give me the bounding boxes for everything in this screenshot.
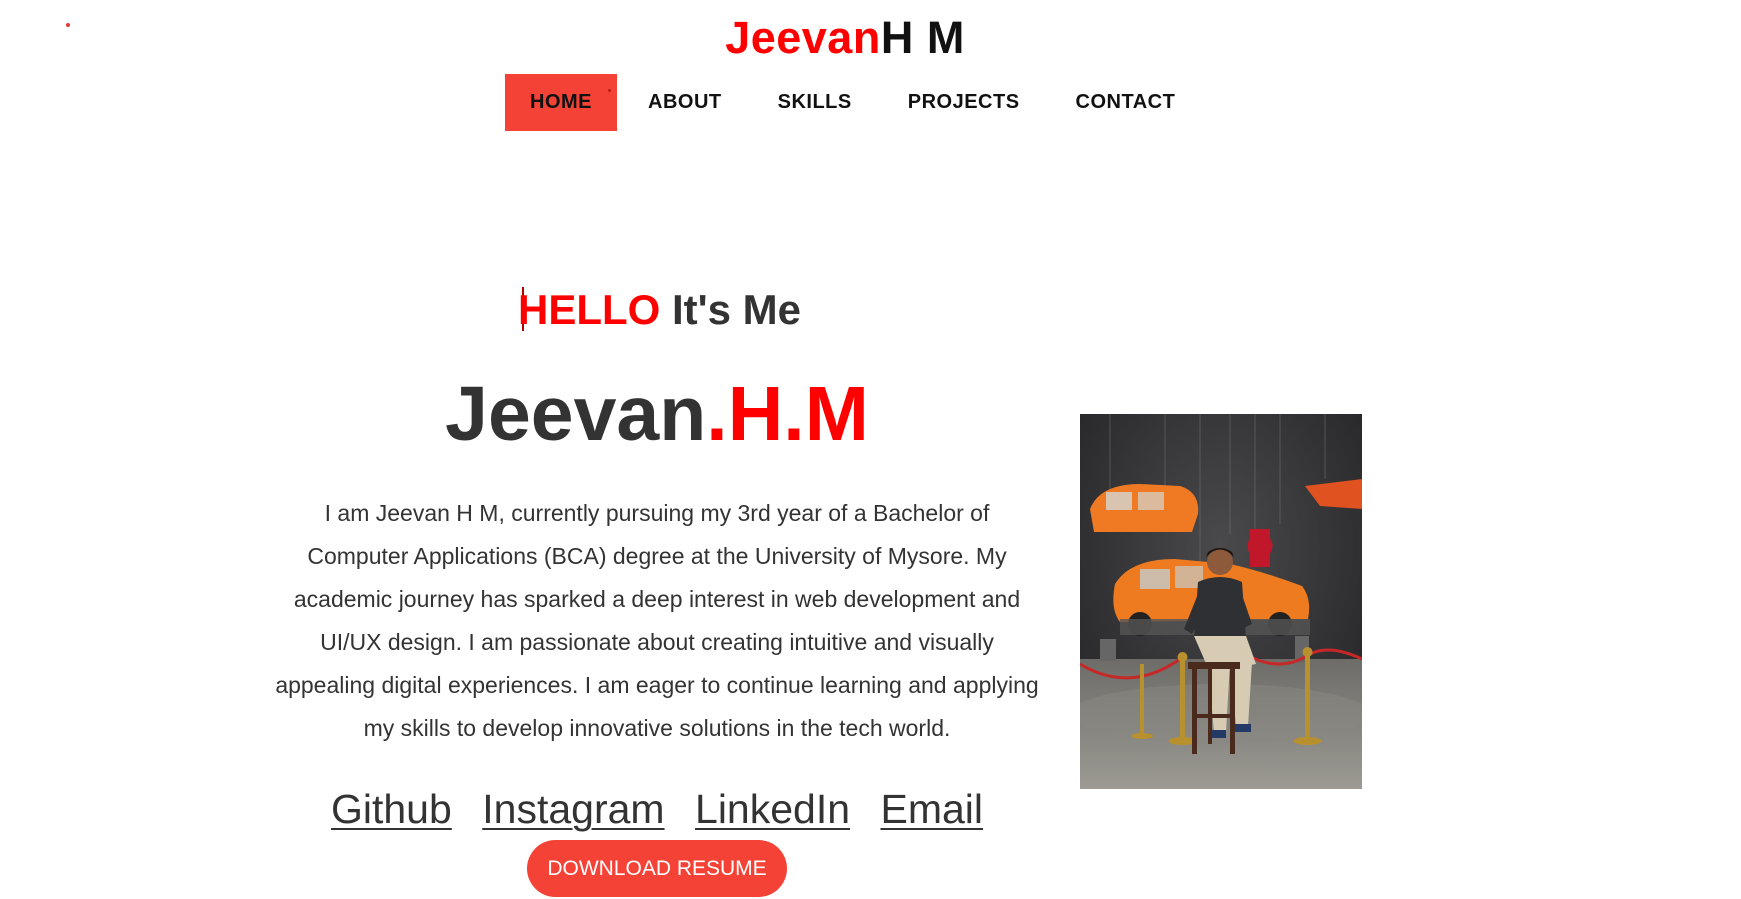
linkedin-link[interactable]: LinkedIn	[695, 786, 850, 832]
greeting-highlight: HELLO	[518, 286, 661, 333]
hero-name-accent: .H.M	[706, 371, 869, 457]
hero-name: Jeevan.H.M	[195, 370, 1119, 458]
greeting-rest: It's Me	[660, 286, 802, 333]
nav-item-projects[interactable]: PROJECTS	[883, 74, 1045, 131]
download-resume-button[interactable]: DOWNLOAD RESUME	[527, 840, 787, 897]
hero-name-main: Jeevan	[445, 371, 707, 457]
profile-photo-illustration	[1080, 414, 1362, 789]
logo-first-name: Jeevan	[725, 12, 881, 63]
nav-item-label: HOME	[530, 91, 592, 113]
main-nav: HOME ABOUT SKILLS PROJECTS CONTACT	[505, 74, 1206, 131]
site-logo: JeevanH M	[0, 12, 1690, 64]
github-link[interactable]: Github	[331, 786, 452, 832]
instagram-link[interactable]: Instagram	[482, 786, 664, 832]
email-link[interactable]: Email	[880, 786, 983, 832]
page: JeevanH M HOME ABOUT SKILLS PROJECTS CON…	[0, 0, 1741, 899]
logo-last-name: H M	[880, 12, 965, 63]
profile-photo	[1080, 414, 1362, 789]
nav-item-contact[interactable]: CONTACT	[1051, 74, 1201, 131]
nav-item-about[interactable]: ABOUT	[623, 74, 747, 131]
decorative-dot	[608, 89, 611, 92]
social-links: Github Instagram LinkedIn Email	[195, 785, 1119, 833]
greeting: HELLO It's Me	[518, 283, 801, 337]
bio-paragraph: I am Jeevan H M, currently pursuing my 3…	[275, 500, 1039, 741]
nav-item-skills[interactable]: SKILLS	[753, 74, 877, 131]
nav-item-home[interactable]: HOME	[505, 74, 617, 131]
